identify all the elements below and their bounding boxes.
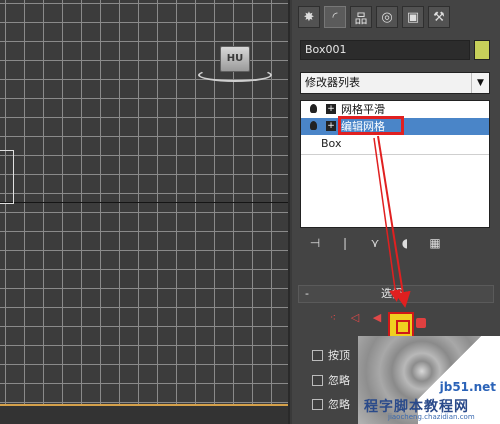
box-object-edge[interactable] bbox=[0, 150, 14, 204]
pin-stack-icon[interactable]: ⊣ bbox=[306, 234, 324, 252]
face-level-icon[interactable]: ◀ bbox=[370, 312, 384, 324]
edge-level-icon[interactable]: ◁ bbox=[348, 312, 362, 324]
watermark-url: jiaocheng.chazidian.com bbox=[388, 413, 475, 421]
stack-divider bbox=[301, 154, 489, 155]
object-color-swatch[interactable] bbox=[474, 40, 490, 60]
by-vertex-checkbox[interactable] bbox=[312, 350, 323, 361]
watermark: jb51.net 程字脚本教程网 jiaocheng.chazidian.com bbox=[358, 336, 500, 424]
modifier-list-label: 修改器列表 bbox=[305, 76, 360, 89]
utilities-hammer-icon[interactable]: ⚒ bbox=[428, 6, 450, 28]
stack-toolbar: ⊣ ❘ ⋎ ◖ ▦ bbox=[306, 234, 444, 252]
ignore-visible-edges-checkbox[interactable] bbox=[312, 399, 323, 410]
modifier-list-dropdown[interactable]: 修改器列表 ▼ bbox=[300, 72, 490, 94]
configure-modifier-sets-icon[interactable]: ▦ bbox=[426, 234, 444, 252]
sub-object-level-icons: ⁖ ◁ ◀ bbox=[326, 312, 384, 324]
annotation-highlight-box bbox=[338, 116, 404, 135]
make-unique-icon[interactable]: ⋎ bbox=[366, 234, 384, 252]
expand-plus-icon[interactable]: + bbox=[326, 104, 336, 114]
motion-icon[interactable]: ◎ bbox=[376, 6, 398, 28]
ignore-backfacing-checkbox[interactable] bbox=[312, 375, 323, 386]
rollout-title: 选择 bbox=[381, 287, 403, 300]
remove-modifier-icon[interactable]: ◖ bbox=[396, 234, 414, 252]
stack-item-box[interactable]: Box bbox=[301, 135, 489, 152]
stack-item-label: Box bbox=[321, 137, 342, 150]
viewport-bottom-bar bbox=[0, 404, 288, 424]
checkbox-label: 按顶 bbox=[328, 349, 350, 362]
selection-rollout-header[interactable]: - 选择 bbox=[298, 285, 494, 303]
command-panel-tabs: ✸ ◜ 品 ◎ ▣ ⚒ bbox=[298, 6, 450, 30]
lightbulb-icon[interactable] bbox=[310, 121, 317, 130]
viewcube-compass-ring[interactable] bbox=[198, 68, 272, 82]
checkbox-label: 忽略 bbox=[328, 374, 350, 387]
display-monitor-icon[interactable]: ▣ bbox=[402, 6, 424, 28]
object-name-field[interactable]: Box001 bbox=[300, 40, 470, 60]
polygon-level-button[interactable] bbox=[388, 312, 414, 338]
modify-curve-icon[interactable]: ◜ bbox=[324, 6, 346, 28]
hierarchy-icon[interactable]: 品 bbox=[350, 6, 372, 28]
create-star-icon[interactable]: ✸ bbox=[298, 6, 320, 28]
chevron-down-icon[interactable]: ▼ bbox=[471, 73, 489, 93]
element-level-icon[interactable] bbox=[416, 318, 426, 328]
collapse-icon[interactable]: - bbox=[305, 286, 309, 302]
show-end-result-icon[interactable]: ❘ bbox=[336, 234, 354, 252]
vertex-level-icon[interactable]: ⁖ bbox=[326, 312, 340, 324]
checkbox-label: 忽略 bbox=[328, 398, 350, 411]
grid-axis-line bbox=[0, 202, 288, 203]
lightbulb-icon[interactable] bbox=[310, 104, 317, 113]
perspective-viewport[interactable]: HU bbox=[0, 0, 290, 424]
expand-plus-icon[interactable]: + bbox=[326, 121, 336, 131]
watermark-site: jb51.net bbox=[439, 380, 496, 394]
